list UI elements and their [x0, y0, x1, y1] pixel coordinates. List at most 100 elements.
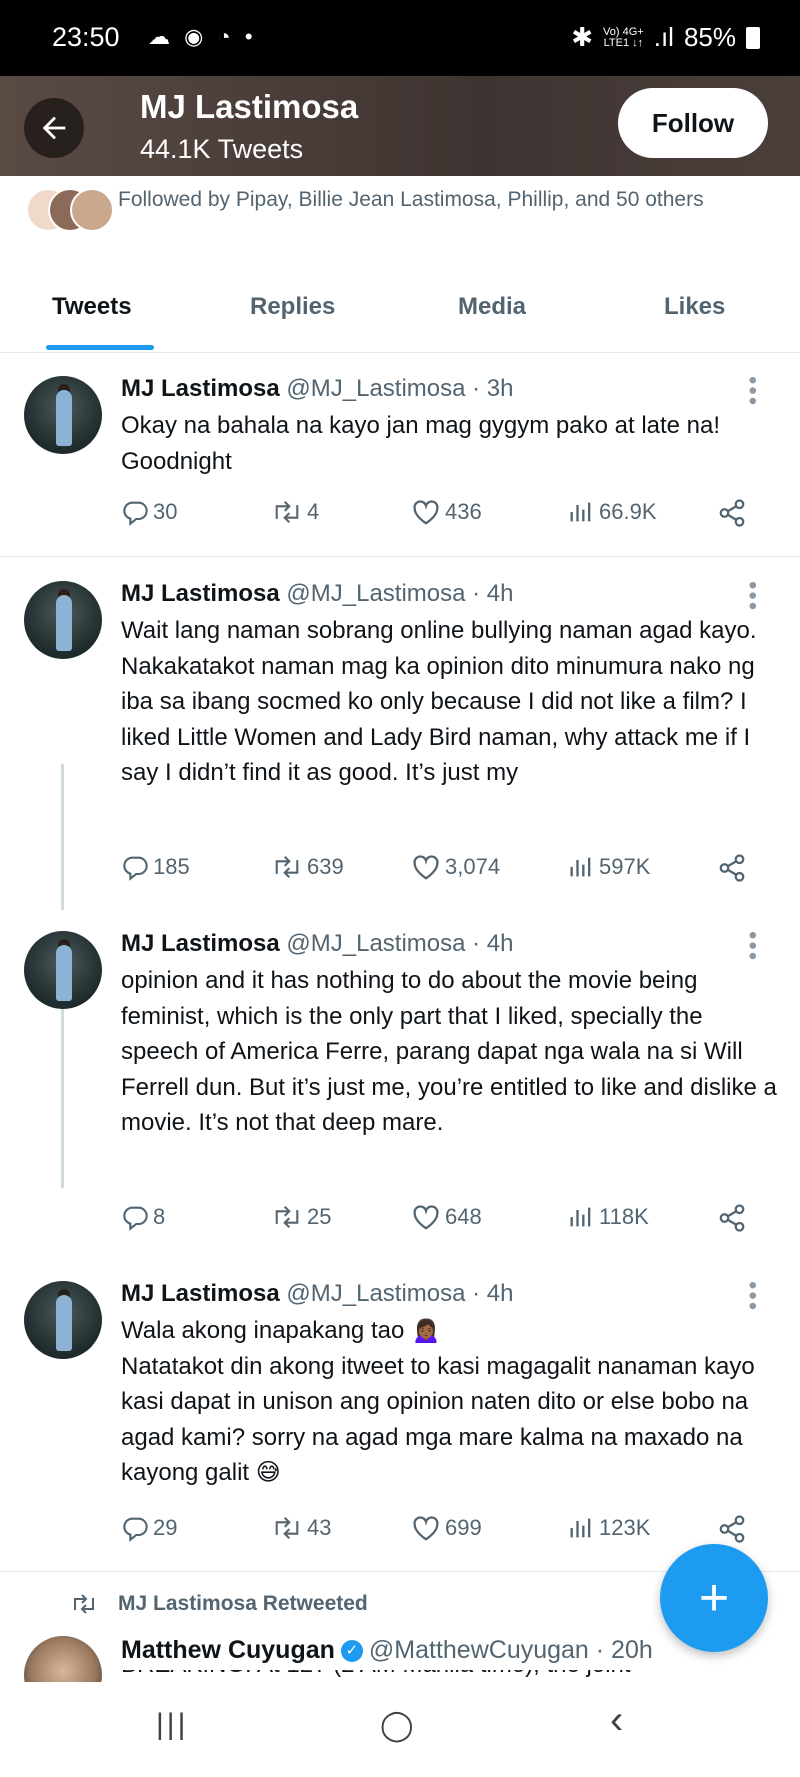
reply-icon [123, 1517, 148, 1542]
more-options-icon[interactable]: ••• [738, 376, 766, 407]
tweet-actions: 29 43 699 123K [121, 1514, 761, 1554]
tweet-handle: @MJ_Lastimosa · 4h [286, 930, 514, 957]
tweet[interactable]: MJ Lastimosa @MJ_Lastimosa · 4h ••• opin… [0, 911, 800, 1261]
more-options-icon[interactable]: ••• [738, 931, 766, 962]
heart-icon [413, 1205, 439, 1230]
share-button[interactable] [717, 498, 751, 528]
avatar[interactable] [24, 376, 102, 454]
retweeted-label: MJ Lastimosa Retweeted [70, 1592, 368, 1616]
retweet-icon [74, 1594, 94, 1614]
tweet-author[interactable]: MJ Lastimosa [121, 1280, 280, 1307]
share-icon [719, 1515, 745, 1543]
reply-icon [123, 856, 148, 881]
profile-name: MJ Lastimosa [140, 88, 359, 125]
tweet-count: 44.1K Tweets [140, 134, 304, 164]
views-button[interactable]: 66.9K [567, 498, 657, 526]
tweet-handle: @MJ_Lastimosa · 3h [286, 375, 514, 402]
battery-percent: 85% [683, 22, 736, 52]
tweet-text: Wala akong inapakang tao 🙍🏾‍♀️ Natatakot… [121, 1317, 755, 1486]
share-icon [719, 854, 745, 882]
views-button[interactable]: 597K [567, 853, 650, 881]
status-time: 23:50 [52, 22, 120, 52]
verified-badge-icon: ✓ [340, 1640, 363, 1663]
retweet-icon [275, 1516, 299, 1540]
divider [0, 556, 800, 557]
followed-by-row[interactable]: Followed by Pipay, Billie Jean Lastimosa… [26, 180, 786, 246]
tweet-text: Okay na bahala na kayo jan mag gygym pak… [121, 412, 721, 475]
views-icon [570, 1207, 591, 1227]
reply-icon [123, 1206, 148, 1231]
tweet-text: Wait lang naman sobrang online bullying … [121, 617, 757, 786]
tweet-author[interactable]: MJ Lastimosa [121, 930, 280, 957]
tab-media[interactable]: Media [458, 293, 526, 321]
reply-button[interactable]: 8 [121, 1203, 165, 1231]
back-icon[interactable]: ‹ [610, 1698, 623, 1743]
views-button[interactable]: 118K [567, 1203, 649, 1231]
tab-replies[interactable]: Replies [250, 293, 335, 321]
signal-icon: .ıl [653, 22, 674, 52]
retweet-button[interactable]: 639 [271, 853, 344, 881]
home-icon[interactable]: ◯ [380, 1708, 414, 1743]
tweet-text: opinion and it has nothing to do about t… [121, 967, 777, 1136]
reply-button[interactable]: 30 [121, 498, 177, 526]
follow-button[interactable]: Follow [618, 88, 768, 158]
more-options-icon[interactable]: ••• [738, 581, 766, 612]
tweet-actions: 8 25 648 118K [121, 1203, 761, 1243]
profile-header: MJ Lastimosa 44.1K Tweets Follow [0, 76, 800, 176]
heart-icon [413, 855, 439, 880]
tweet-text-preview: BREAKING: At 12? (2 AM Manila time), the… [121, 1670, 761, 1682]
avatar[interactable] [24, 581, 102, 659]
status-right: ✱ Vo) 4G+ LTE1 ↓↑ .ıl 85% [571, 22, 760, 53]
bluetooth-icon: ✱ [571, 22, 594, 52]
retweet-icon [275, 1205, 299, 1229]
avatar[interactable] [24, 1281, 102, 1359]
views-icon [570, 502, 591, 522]
like-button[interactable]: 648 [411, 1203, 482, 1231]
retweet-icon [275, 500, 299, 524]
avatar[interactable] [24, 931, 102, 1009]
more-options-icon[interactable]: ••• [738, 1281, 766, 1312]
tweet-author[interactable]: MJ Lastimosa [121, 580, 280, 607]
tweet-actions: 185 639 3,074 597K [121, 853, 761, 893]
heart-icon [413, 1516, 439, 1541]
share-button[interactable] [717, 853, 751, 883]
system-nav-bar: ||| ◯ ‹ [0, 1682, 800, 1777]
views-button[interactable]: 123K [567, 1514, 650, 1542]
heart-icon [413, 500, 439, 525]
views-icon [570, 1518, 591, 1538]
reply-button[interactable]: 29 [121, 1514, 177, 1542]
battery-icon [746, 26, 760, 49]
compose-tweet-button[interactable]: + [660, 1544, 768, 1652]
notification-icons: ☁ ◉ ◔ • [148, 24, 257, 49]
followed-by-text: Followed by Pipay, Billie Jean Lastimosa… [118, 188, 704, 211]
status-bar: 23:50 ☁ ◉ ◔ • ✱ Vo) 4G+ LTE1 ↓↑ .ıl 85% [0, 0, 800, 76]
tweet-author[interactable]: MJ Lastimosa [121, 375, 280, 402]
recent-apps-icon[interactable]: ||| [156, 1708, 188, 1742]
share-button[interactable] [717, 1203, 751, 1233]
tab-tweets[interactable]: Tweets [52, 293, 132, 321]
retweet-button[interactable]: 43 [271, 1514, 331, 1542]
share-icon [719, 499, 745, 527]
share-icon [719, 1204, 745, 1232]
tweet[interactable]: MJ Lastimosa @MJ_Lastimosa · 3h ••• Okay… [0, 356, 800, 556]
tweet[interactable]: MJ Lastimosa @MJ_Lastimosa · 4h ••• Wait… [0, 561, 800, 911]
network-indicator: Vo) 4G+ LTE1 ↓↑ [603, 25, 644, 49]
tweet-actions: 30 4 436 66.9K [121, 498, 761, 538]
tab-likes[interactable]: Likes [664, 293, 725, 321]
like-button[interactable]: 3,074 [411, 853, 500, 881]
share-button[interactable] [717, 1514, 751, 1544]
tweet-author[interactable]: Matthew Cuyugan [121, 1636, 335, 1664]
reply-icon [123, 501, 148, 526]
active-tab-indicator [46, 345, 154, 350]
views-icon [570, 857, 591, 877]
tweet[interactable]: MJ Lastimosa @MJ_Lastimosa · 4h ••• Wala… [0, 1261, 800, 1571]
back-arrow-icon[interactable] [24, 98, 84, 158]
retweet-icon [275, 855, 299, 879]
like-button[interactable]: 699 [411, 1514, 482, 1542]
retweet-button[interactable]: 25 [271, 1203, 331, 1231]
reply-button[interactable]: 185 [121, 853, 190, 881]
like-button[interactable]: 436 [411, 498, 482, 526]
follower-avatar [70, 188, 114, 232]
tweet-handle: @MJ_Lastimosa · 4h [286, 580, 514, 607]
retweet-button[interactable]: 4 [271, 498, 319, 526]
